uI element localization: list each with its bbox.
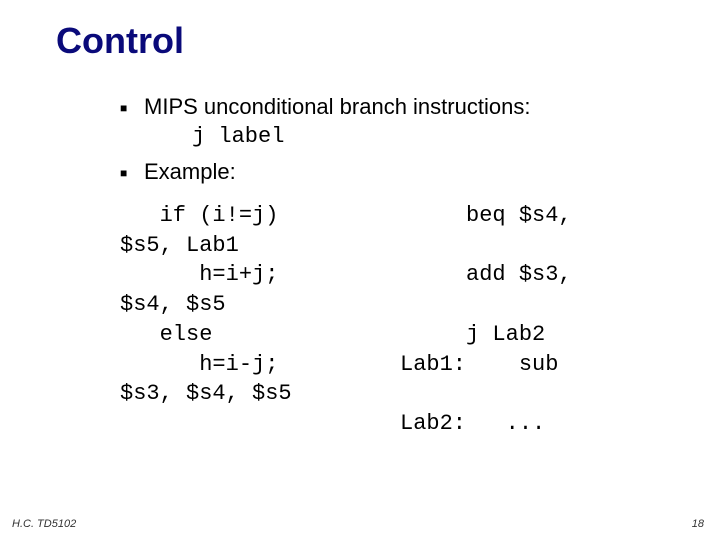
bullet-text: MIPS unconditional branch instructions: [144,92,680,122]
code-left: $s4, $s5 [120,290,400,320]
code-right: Lab2: ... [400,409,680,439]
code-left: h=i+j; [120,260,400,290]
code-row: if (i!=j) beq $s4, [120,201,680,231]
code-right [400,379,680,409]
code-left [120,409,400,439]
code-row: h=i-j; Lab1: sub [120,350,680,380]
slide: Control ■ MIPS unconditional branch inst… [0,0,720,540]
code-right: Lab1: sub [400,350,680,380]
code-right: j Lab2 [400,320,680,350]
code-left: $s5, Lab1 [120,231,400,261]
code-right [400,231,680,261]
bullet-subtext: j label [144,122,680,152]
code-row: h=i+j; add $s3, [120,260,680,290]
code-row: $s5, Lab1 [120,231,680,261]
code-row: $s3, $s4, $s5 [120,379,680,409]
bullet-item: ■ MIPS unconditional branch instructions… [120,92,680,151]
code-example: if (i!=j) beq $s4, $s5, Lab1 h=i+j; add … [120,201,680,439]
bullet-item: ■ Example: [120,157,680,187]
code-right: beq $s4, [400,201,680,231]
bullet-square-icon: ■ [120,157,144,181]
code-left: $s3, $s4, $s5 [120,379,400,409]
footer-page-number: 18 [692,518,704,530]
code-row: $s4, $s5 [120,290,680,320]
code-row: else j Lab2 [120,320,680,350]
code-right: add $s3, [400,260,680,290]
bullet-text: Example: [144,157,680,187]
code-left: if (i!=j) [120,201,400,231]
footer-left: H.C. TD5102 [12,518,76,530]
slide-title: Control [56,20,720,62]
code-right [400,290,680,320]
code-left: h=i-j; [120,350,400,380]
bullet-body: MIPS unconditional branch instructions: … [144,92,680,151]
code-left: else [120,320,400,350]
code-row: Lab2: ... [120,409,680,439]
bullet-body: Example: [144,157,680,187]
bullet-square-icon: ■ [120,92,144,116]
slide-content: ■ MIPS unconditional branch instructions… [120,92,680,439]
